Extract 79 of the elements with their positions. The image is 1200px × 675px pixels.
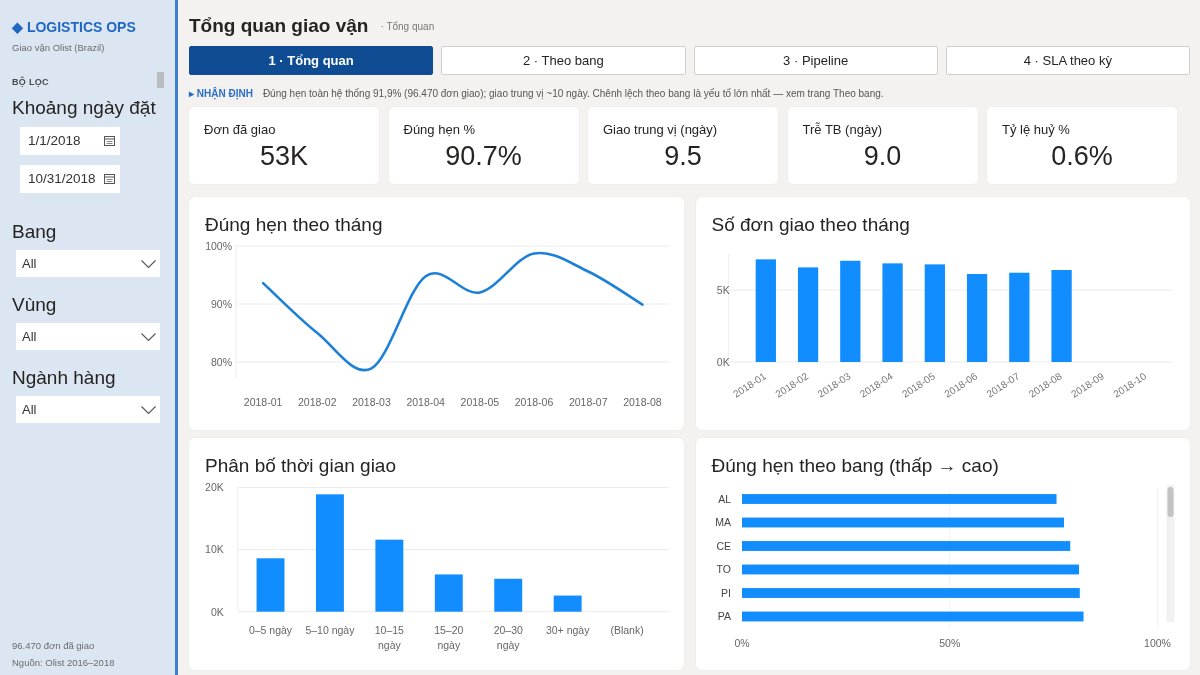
scrollbar[interactable] bbox=[1166, 485, 1174, 622]
axis-label: 100% bbox=[205, 239, 232, 252]
scrollbar[interactable] bbox=[157, 72, 164, 88]
axis-label: PA bbox=[717, 610, 731, 623]
filter-label: Vùng bbox=[12, 293, 57, 317]
axis-label: 90% bbox=[211, 297, 232, 310]
kpi-label: Đúng hẹn % bbox=[403, 122, 476, 138]
axis-label: 2018-02 bbox=[298, 396, 337, 409]
bar bbox=[553, 595, 582, 612]
chevron-down-icon[interactable] bbox=[141, 405, 156, 414]
filter-label: Bang bbox=[12, 220, 57, 244]
date-field[interactable]: 10/31/2018 bbox=[20, 165, 120, 193]
kpi-label: Tỷ lệ huỷ % bbox=[1002, 122, 1070, 138]
axis-label: 2018-08 bbox=[623, 396, 662, 409]
tab[interactable]: 2 · Theo bang bbox=[441, 46, 686, 75]
axis-label: 10K bbox=[205, 543, 224, 556]
filter-label: Khoảng ngày đặt bbox=[12, 96, 156, 120]
tab[interactable]: 4 · SLA theo kỳ bbox=[945, 46, 1190, 75]
axis-label: 0% bbox=[733, 637, 750, 650]
axis-label: 80% bbox=[211, 355, 232, 368]
chart-title: Đúng hẹn theo bang (thấp → cao) bbox=[711, 454, 999, 478]
axis-label: (Blank) bbox=[610, 623, 644, 636]
axis-label: 30+ ngày bbox=[545, 623, 590, 636]
bar bbox=[434, 574, 463, 612]
tab[interactable]: 3 · Pipeline bbox=[693, 46, 938, 75]
dropdown[interactable]: All bbox=[16, 323, 160, 350]
axis-label: 50% bbox=[938, 637, 960, 650]
axis-label: 2018-04 bbox=[406, 396, 445, 409]
axis-label: 2018-06 bbox=[514, 396, 554, 409]
axis-label: 2018-05 bbox=[460, 396, 500, 409]
date-field[interactable]: 1/1/2018 bbox=[20, 127, 120, 155]
chart-title: Phân bố thời gian giao bbox=[205, 454, 396, 478]
kpi-label: Đơn đã giao bbox=[204, 122, 276, 138]
axis-label: 5K bbox=[716, 283, 730, 296]
axis-label: CE bbox=[715, 539, 731, 552]
app-logo: ◆ LOGISTICS OPS bbox=[12, 18, 136, 37]
axis-label: 20K bbox=[205, 481, 224, 494]
filter-label: Ngành hàng bbox=[12, 366, 116, 390]
kpi-label: Trễ TB (ngày) bbox=[802, 122, 882, 138]
footer-note: Nguồn: Olist 2016–2018 bbox=[12, 656, 115, 670]
chart-title: Đúng hẹn theo tháng bbox=[205, 213, 383, 237]
axis-label: 0K bbox=[210, 605, 224, 618]
axis-label: 2018-03 bbox=[352, 396, 391, 409]
kpi-value: 0.6% bbox=[1051, 140, 1113, 172]
axis-label: 100% bbox=[1143, 637, 1171, 650]
kpi-value: 90.7% bbox=[445, 140, 522, 172]
axis-label: 2018-07 bbox=[568, 396, 608, 409]
calendar-icon[interactable] bbox=[104, 174, 115, 184]
tab[interactable]: 1 · Tổng quan bbox=[189, 46, 434, 75]
footer-note: 96.470 đơn đã giao bbox=[12, 639, 95, 653]
chevron-down-icon[interactable] bbox=[141, 259, 156, 268]
axis-label: 0–5 ngày bbox=[248, 623, 293, 636]
kpi-label: Giao trung vị (ngày) bbox=[603, 122, 718, 138]
section-label: BỘ LỌC bbox=[12, 76, 49, 88]
dropdown[interactable]: All bbox=[16, 250, 160, 277]
insight-text: Đúng hẹn toàn hệ thống 91,9% (96.470 đơn giao); giao trung vị ~10 ngày. Chênh lệch theo bang là yếu tố lớn nhất — xem trang Theo bang. bbox=[262, 87, 884, 100]
chevron-down-icon[interactable] bbox=[141, 332, 156, 341]
calendar-icon[interactable] bbox=[104, 136, 115, 146]
chart-title: Số đơn giao theo tháng bbox=[711, 213, 910, 237]
kpi-value: 9.0 bbox=[863, 140, 902, 172]
breadcrumb: · Tổng quan bbox=[380, 19, 435, 34]
kpi-value: 9.5 bbox=[664, 140, 702, 172]
kpi-value: 53K bbox=[259, 140, 308, 172]
axis-label: AL bbox=[717, 492, 731, 505]
axis-label: 10–15 ngày bbox=[374, 623, 404, 651]
axis-label: 5–10 ngày bbox=[305, 623, 355, 636]
app-subtitle: Giao vận Olist (Brazil) bbox=[12, 42, 105, 54]
axis-label: 20–30 ngày bbox=[493, 623, 523, 651]
axis-label: MA bbox=[714, 516, 731, 529]
axis-label: 15–20 ngày bbox=[434, 623, 464, 651]
bar bbox=[256, 558, 285, 612]
axis-label: 0K bbox=[716, 355, 730, 368]
dropdown[interactable]: All bbox=[16, 396, 160, 423]
insight-label: ▸ NHẬN ĐỊNH bbox=[189, 87, 253, 100]
bar bbox=[494, 578, 523, 612]
axis-label: PI bbox=[720, 586, 731, 599]
axis-label: TO bbox=[716, 563, 731, 576]
axis-label: 2018-01 bbox=[243, 396, 283, 409]
page-title: Tổng quan giao vận bbox=[189, 14, 369, 38]
